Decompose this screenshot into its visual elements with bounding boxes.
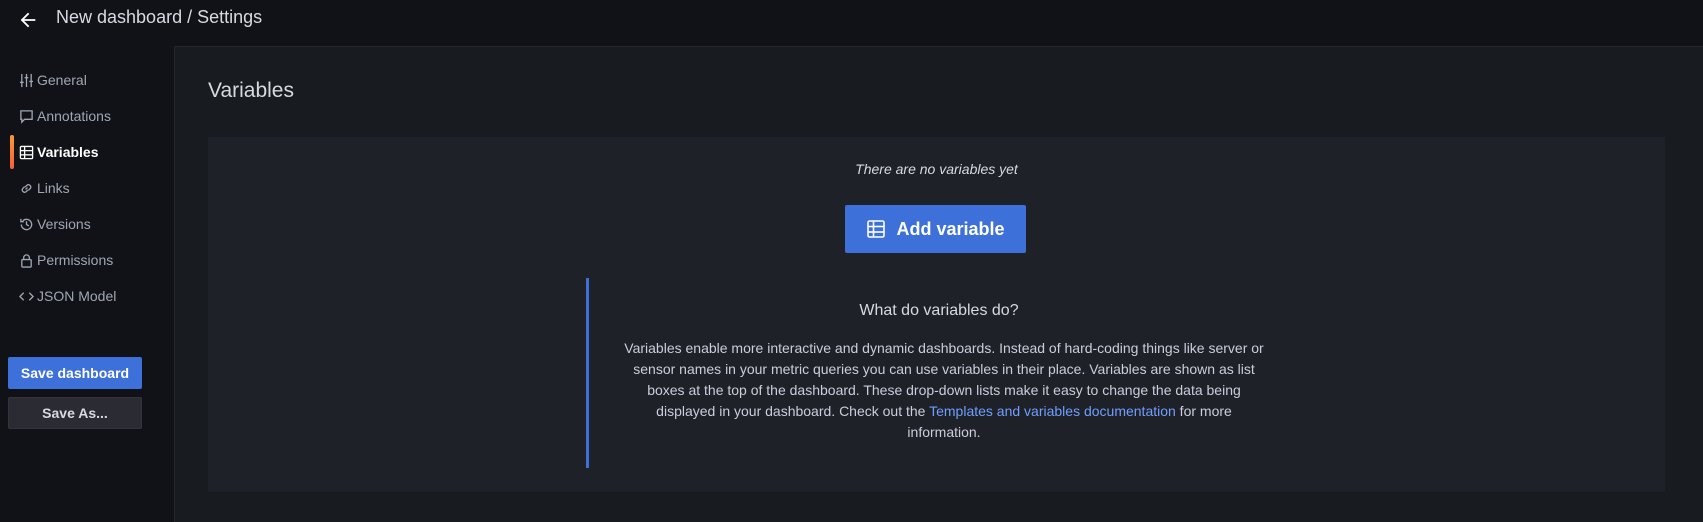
table-icon: [866, 219, 886, 239]
top-bar: New dashboard / Settings: [0, 0, 1703, 46]
help-title: What do variables do?: [859, 302, 1019, 319]
back-button[interactable]: [14, 6, 42, 34]
sidebar-item-label: Versions: [37, 216, 91, 232]
sidebar-item-versions[interactable]: Versions: [10, 210, 170, 238]
sidebar-item-json-model[interactable]: JSON Model: [10, 282, 170, 310]
sliders-icon: [18, 72, 34, 88]
empty-state-card: There are no variables yet Add variable …: [208, 137, 1665, 492]
page-title: New dashboard / Settings: [56, 7, 263, 27]
save-dashboard-button[interactable]: Save dashboard: [8, 357, 142, 389]
sidebar-item-label: Variables: [37, 144, 99, 160]
table-icon: [18, 144, 34, 160]
add-variable-button[interactable]: Add variable: [845, 205, 1026, 253]
save-as-button[interactable]: Save As...: [8, 397, 142, 429]
sidebar-item-label: General: [37, 72, 87, 88]
sidebar-item-label: JSON Model: [37, 288, 117, 304]
arrow-left-icon: [20, 12, 36, 28]
sidebar-item-links[interactable]: Links: [10, 174, 170, 202]
settings-main: Variables There are no variables yet Add…: [174, 46, 1703, 522]
empty-state-text: There are no variables yet: [855, 161, 1018, 177]
sidebar-item-annotations[interactable]: Annotations: [10, 102, 170, 130]
comment-icon: [18, 108, 34, 124]
help-text: Variables enable more interactive and dy…: [619, 338, 1269, 443]
lock-icon: [18, 252, 34, 268]
settings-sidebar: General Annotations Variables Links Vers…: [0, 46, 174, 522]
sidebar-item-variables[interactable]: Variables: [10, 135, 170, 169]
sidebar-item-label: Permissions: [37, 252, 114, 268]
sidebar-item-label: Links: [37, 180, 70, 196]
help-callout: What do variables do? Variables enable m…: [586, 278, 1286, 468]
sidebar-item-permissions[interactable]: Permissions: [10, 246, 170, 274]
docs-link[interactable]: Templates and variables documentation: [929, 403, 1176, 419]
link-icon: [18, 180, 34, 196]
history-icon: [18, 216, 34, 232]
sidebar-item-general[interactable]: General: [10, 66, 170, 94]
section-title: Variables: [208, 79, 294, 102]
add-variable-label: Add variable: [896, 218, 1005, 239]
sidebar-item-label: Annotations: [37, 108, 111, 124]
code-icon: [18, 288, 34, 304]
